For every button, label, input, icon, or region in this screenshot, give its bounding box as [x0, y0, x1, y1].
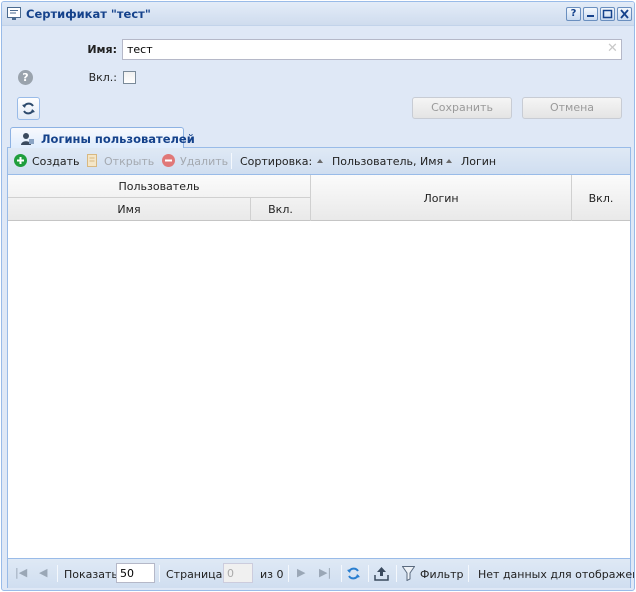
page-size-input[interactable]: [116, 563, 155, 583]
page-number-input[interactable]: [223, 563, 253, 583]
help-icon[interactable]: ?: [18, 70, 33, 85]
save-button[interactable]: Сохранить: [412, 97, 512, 119]
refresh-button[interactable]: [17, 97, 40, 120]
clear-icon[interactable]: ✕: [607, 42, 618, 56]
user-logins-grid: Создать Открыть Удалить Сортировка: Поль…: [7, 148, 634, 588]
enabled-label: Вкл.:: [88, 71, 117, 84]
last-page-icon[interactable]: ▶|: [319, 567, 331, 579]
column-header-label: Логин: [423, 192, 459, 205]
name-label: Имя:: [87, 43, 117, 56]
certificate-form: Имя: ✕ ? Вкл.: Сохранить Отмена: [7, 27, 631, 124]
pager-separator: [288, 565, 289, 582]
sort-asc-icon: [317, 159, 323, 163]
filter-icon: [402, 566, 415, 581]
help-tool-button[interactable]: ?: [566, 7, 581, 21]
close-tool-button[interactable]: [617, 7, 632, 21]
first-page-icon[interactable]: |◀: [15, 567, 27, 579]
open-button[interactable]: Открыть: [104, 155, 154, 168]
pager-separator: [341, 565, 342, 582]
pager-separator: [368, 565, 369, 582]
tab-user-logins[interactable]: Логины пользователей: [10, 127, 195, 149]
column-header-user-enabled[interactable]: Вкл.: [251, 198, 311, 221]
grid-toolbar: Создать Открыть Удалить Сортировка: Поль…: [8, 148, 630, 175]
sort-label: Сортировка:: [240, 155, 313, 168]
pager-separator: [159, 565, 160, 582]
export-icon[interactable]: [374, 566, 389, 581]
delete-button[interactable]: Удалить: [180, 155, 228, 168]
page-label: Страница: [166, 568, 223, 581]
window-title: Сертификат "тест": [26, 7, 151, 21]
sort-login-button[interactable]: Логин: [461, 155, 496, 168]
enabled-checkbox[interactable]: [123, 71, 136, 84]
window-titlebar[interactable]: Сертификат "тест" ?: [2, 2, 634, 26]
column-header-label: Вкл.: [268, 203, 293, 216]
maximize-tool-button[interactable]: [600, 7, 615, 21]
sort-asc-icon: [446, 159, 452, 163]
certificate-icon: [7, 7, 21, 20]
user-icon: [21, 133, 34, 145]
reload-icon[interactable]: [346, 566, 361, 581]
pager-separator: [57, 565, 58, 582]
next-page-icon[interactable]: ▶: [297, 567, 305, 579]
column-header-enabled[interactable]: Вкл.: [572, 175, 630, 221]
page-count-label: из 0: [260, 568, 284, 581]
grid-body[interactable]: [8, 221, 630, 557]
show-label: Показать: [64, 568, 118, 581]
prev-page-icon[interactable]: ◀: [39, 567, 47, 579]
tab-label: Логины пользователей: [41, 132, 195, 146]
minimize-tool-button[interactable]: [583, 7, 598, 21]
name-field[interactable]: [122, 39, 622, 60]
column-group-user: Пользователь: [8, 175, 311, 198]
grid-header: Пользователь Имя Вкл. Логин Вкл.: [8, 175, 630, 221]
paging-toolbar: |◀ ◀ Показать Страница из 0 ▶ ▶|: [8, 558, 634, 588]
cancel-button[interactable]: Отмена: [522, 97, 622, 119]
toolbar-separator: [231, 153, 232, 169]
add-icon: [14, 154, 27, 167]
tab-strip: Логины пользователей: [7, 124, 631, 149]
create-button[interactable]: Создать: [32, 155, 80, 168]
column-header-label: Имя: [117, 203, 141, 216]
column-header-login[interactable]: Логин: [311, 175, 572, 221]
certificate-window: Сертификат "тест" ? Имя: ✕ ? Вкл.: Сохра…: [1, 1, 635, 591]
column-header-label: Вкл.: [588, 192, 614, 205]
pager-status: Нет данных для отображения: [478, 568, 634, 581]
minimize-icon: [587, 15, 594, 17]
pager-separator: [468, 565, 469, 582]
column-header-user-name[interactable]: Имя: [8, 198, 251, 221]
refresh-icon: [22, 102, 35, 115]
column-group-user-label: Пользователь: [118, 180, 200, 193]
open-icon: [87, 154, 97, 167]
filter-button[interactable]: Фильтр: [420, 568, 464, 581]
close-icon: [620, 9, 629, 19]
delete-icon: [162, 154, 175, 167]
maximize-icon: [602, 9, 613, 19]
sort-user-name-button[interactable]: Пользователь, Имя: [332, 155, 443, 168]
pager-separator: [396, 565, 397, 582]
